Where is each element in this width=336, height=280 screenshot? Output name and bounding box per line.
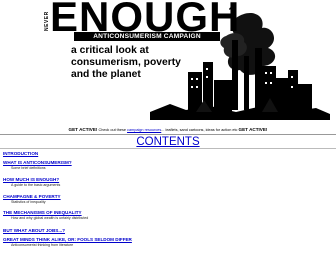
toc-entry-champagne: CHAMPAGNE & POVERTY Statistics of inequa… [3,194,61,205]
toc-entry-mechanisms: THE MECHANISMS OF INEQUALITY How and why… [3,210,88,221]
toc-entry-anticonsumerism: WHAT IS ANTICONSUMERISM? Some brief defi… [3,160,72,171]
get-active-lead: GET ACTIVE! [68,127,98,132]
toc-desc: Anticonsumerist thinking from literature [11,243,74,247]
toc-entry-introduction: INTRODUCTION [3,151,38,157]
toc-entry-how-much: HOW MUCH IS ENOUGH? A guide to the basic… [3,177,60,188]
get-active-bar: GET ACTIVE! Check out these campaign res… [0,127,336,132]
get-active-text-after: ... leaflets, sand cartoons, ideas for a… [161,128,238,132]
toc-desc: Statistics of inequality [11,200,46,204]
campaign-label: ANTICONSUMERISM CAMPAIGN [74,32,220,41]
toc-link-jobs[interactable]: BUT WHAT ABOUT JOBS...? [3,228,65,234]
toc-desc: A guide to the basic arguments [11,183,61,187]
toc-desc: Some brief definitions [11,166,46,170]
toc-entry-jobs: BUT WHAT ABOUT JOBS...? [3,228,65,234]
toc-desc: How and why global wealth is unfairly di… [11,216,89,220]
tagline: a critical look at consumerism, poverty … [71,45,181,80]
header-banner: NEVER ENOUGH ? ANTICONSUMERISM CAMPAIGN … [0,0,336,126]
get-active-text-before: Check out these [98,128,126,132]
get-active-tail: GET ACTIVE! [238,127,268,132]
divider [0,148,336,149]
toc-link-introduction[interactable]: INTRODUCTION [3,151,38,157]
toc-entry-great-minds: GREAT MINDS THINK ALIKE, OR: FOOLS SELDO… [3,237,132,248]
campaign-resources-link[interactable]: campaign resources [127,128,161,132]
